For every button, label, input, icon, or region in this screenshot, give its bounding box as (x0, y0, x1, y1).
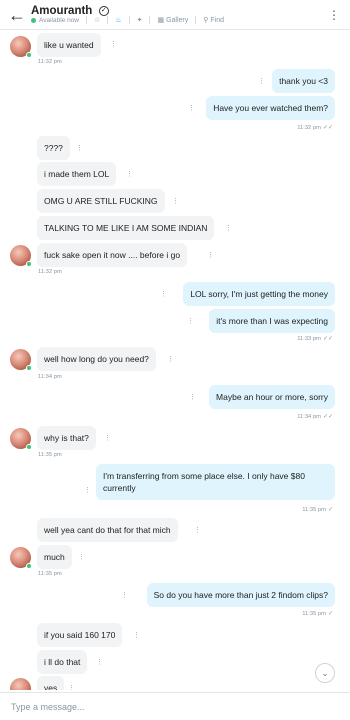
online-status-icon (26, 444, 32, 450)
message-options-icon[interactable]: ⋮ (189, 393, 196, 401)
divider (149, 16, 151, 24)
kebab-icon[interactable]: ⋮ (328, 7, 340, 23)
message-time: 11:34 pm (297, 414, 321, 420)
message-time-read: 11:33 pm ✓✓ (297, 335, 333, 342)
message-incoming[interactable]: like u wanted (37, 33, 101, 57)
message-options-icon[interactable]: ⋮ (187, 317, 194, 325)
message-time: 11:34 pm (38, 374, 62, 380)
chat-title[interactable]: Amouranth (31, 5, 92, 17)
message-time: 11:32 pm (38, 269, 62, 275)
message-incoming[interactable]: i ll do that (37, 650, 88, 674)
divider (128, 16, 130, 24)
read-receipt-icon: ✓✓ (322, 414, 333, 420)
online-status-icon (26, 261, 32, 267)
message-options-icon[interactable]: ⋮ (126, 170, 133, 178)
header-subrow: Available now ☆ ♨ ✦ ▦ Gallery ⚲ Find (31, 16, 224, 24)
message-options-icon[interactable]: ⋮ (76, 144, 83, 152)
message-outgoing[interactable]: thank you <3 (272, 69, 335, 93)
gallery-icon[interactable]: ▦ (157, 16, 164, 24)
divider (107, 16, 109, 24)
message-options-icon[interactable]: ⋮ (133, 631, 140, 639)
message-outgoing[interactable]: I'm transferring from some place else. I… (96, 464, 335, 500)
message-time: 11:35 pm (38, 452, 62, 458)
message-incoming[interactable]: TALKING TO ME LIKE I AM SOME INDIAN (37, 216, 215, 240)
message-options-icon[interactable]: ⋮ (96, 658, 103, 666)
message-time-read: 11:34 pm ✓✓ (297, 413, 333, 420)
verified-icon: ✓ (98, 5, 109, 16)
message-options-icon[interactable]: ⋮ (258, 77, 265, 85)
message-incoming[interactable]: why is that? (37, 426, 96, 450)
message-incoming[interactable]: well yea cant do that for that mich (37, 518, 178, 542)
message-feed[interactable]: like u wanted ⋮ 11:32 pm thank you <3 ⋮ … (0, 30, 350, 690)
online-dot-icon (31, 17, 36, 23)
message-options-icon[interactable]: ⋮ (110, 40, 117, 48)
message-incoming[interactable]: ???? (37, 136, 70, 160)
avatar[interactable] (10, 678, 31, 690)
message-options-icon[interactable]: ⋮ (104, 434, 111, 442)
message-options-icon[interactable]: ⋮ (121, 591, 128, 599)
online-status-icon (26, 52, 32, 58)
read-receipt-icon: ✓ (327, 611, 333, 617)
online-status-icon (26, 365, 32, 371)
divider (86, 16, 87, 24)
message-time-read: 11:35 pm ✓ (302, 506, 333, 513)
online-status-icon (26, 563, 32, 569)
avatar[interactable] (10, 36, 32, 58)
message-outgoing[interactable]: Maybe an hour or more, sorry (209, 385, 335, 409)
message-options-icon[interactable]: ⋮ (167, 355, 174, 363)
message-time: 11:32 pm (38, 59, 62, 65)
read-receipt-icon: ✓ (327, 507, 333, 513)
avatar[interactable] (10, 245, 32, 267)
read-receipt-icon: ✓✓ (322, 125, 333, 131)
message-options-icon[interactable]: ⋮ (194, 526, 201, 534)
search-icon[interactable]: ⚲ (203, 16, 208, 24)
message-time: 11:32 pm (297, 125, 321, 131)
message-incoming[interactable]: yes (37, 676, 65, 690)
bell-icon[interactable]: ♨ (115, 16, 121, 24)
message-outgoing[interactable]: it's more than I was expecting (209, 309, 335, 333)
message-incoming[interactable]: OMG U ARE STILL FUCKING (37, 189, 165, 213)
message-time-read: 11:32 pm ✓✓ (297, 124, 333, 131)
message-time: 11:35 pm (38, 571, 62, 577)
message-options-icon[interactable]: ⋮ (172, 197, 179, 205)
avatar[interactable] (10, 547, 32, 569)
star-icon[interactable]: ☆ (94, 16, 100, 24)
message-time: 11:35 pm (302, 507, 326, 513)
message-options-icon[interactable]: ⋮ (207, 251, 214, 259)
message-input[interactable] (11, 700, 311, 714)
message-time: 11:35 pm (302, 611, 326, 617)
message-incoming[interactable]: much (37, 545, 72, 569)
message-incoming[interactable]: fuck sake open it now .... before i go (37, 243, 188, 267)
message-incoming[interactable]: i made them LOL (37, 162, 117, 186)
availability-status: Available now (39, 16, 79, 24)
message-options-icon[interactable]: ⋮ (188, 104, 195, 112)
message-outgoing[interactable]: Have you ever watched them? (206, 96, 335, 120)
message-options-icon[interactable]: ⋮ (68, 684, 75, 690)
find-link[interactable]: Find (210, 17, 224, 24)
pin-icon[interactable]: ✦ (137, 16, 143, 24)
divider (195, 16, 197, 24)
avatar[interactable] (10, 349, 32, 371)
message-options-icon[interactable]: ⋮ (78, 553, 85, 561)
message-time-read: 11:35 pm ✓ (302, 610, 333, 617)
message-incoming[interactable]: if you said 160 170 (37, 623, 123, 647)
message-outgoing[interactable]: So do you have more than just 2 findom c… (146, 583, 335, 607)
chat-header: ← Amouranth ✓ Available now ☆ ♨ ✦ ▦ Gall… (0, 0, 350, 30)
message-options-icon[interactable]: ⋮ (160, 290, 167, 298)
gallery-link[interactable]: Gallery (166, 17, 188, 24)
message-composer (0, 692, 350, 720)
arrow-left-icon[interactable]: ← (6, 5, 28, 25)
chevron-down-icon[interactable]: ⌄ (315, 663, 335, 683)
read-receipt-icon: ✓✓ (322, 336, 333, 342)
message-incoming[interactable]: well how long do you need? (37, 347, 156, 371)
message-outgoing[interactable]: LOL sorry, I'm just getting the money (183, 282, 335, 306)
avatar[interactable] (10, 428, 32, 450)
message-time: 11:33 pm (297, 336, 321, 342)
message-options-icon[interactable]: ⋮ (84, 486, 91, 494)
message-options-icon[interactable]: ⋮ (225, 224, 232, 232)
